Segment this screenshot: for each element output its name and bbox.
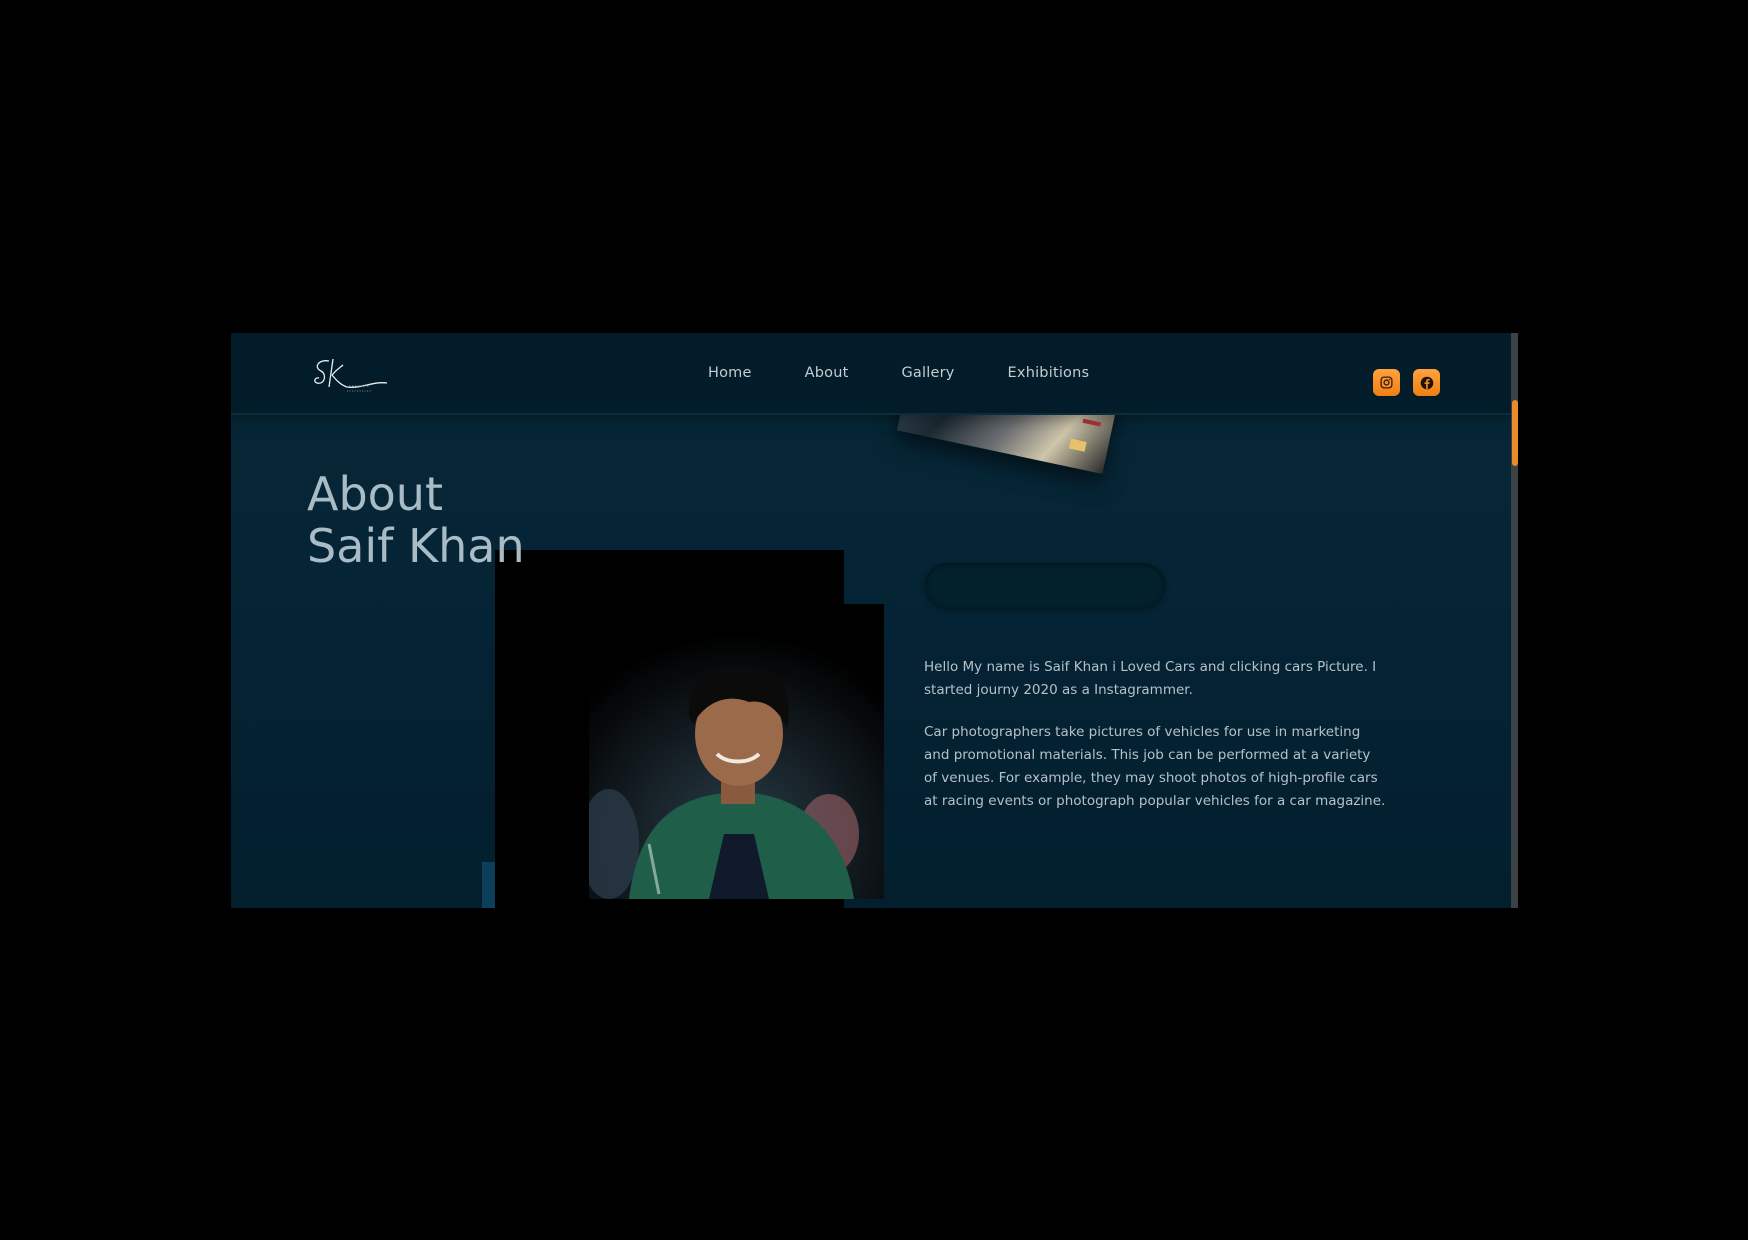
portrait-photo: [589, 604, 884, 899]
title-line-2: Saif Khan: [307, 519, 525, 573]
decorative-accent-bar: [482, 862, 495, 908]
bio-section: Hello My name is Saif Khan i Loved Cars …: [924, 656, 1386, 832]
instagram-button[interactable]: [1373, 369, 1400, 396]
car-license-plate: [1068, 438, 1087, 452]
facebook-icon: [1420, 376, 1433, 389]
car-taillight: [1082, 418, 1102, 427]
portrait-image: [589, 604, 884, 899]
nav-exhibitions-link[interactable]: Exhibitions: [1008, 365, 1090, 381]
navbar: Home About Gallery Exhibitions: [231, 333, 1511, 415]
title-line-1: About: [307, 467, 444, 521]
page-title: About Saif Khan: [307, 468, 525, 572]
scrollbar[interactable]: [1511, 333, 1518, 908]
facebook-button[interactable]: [1413, 369, 1440, 396]
signature-logo-icon: [314, 358, 388, 392]
bio-paragraph-1: Hello My name is Saif Khan i Loved Cars …: [924, 659, 1377, 698]
site-logo[interactable]: [311, 355, 391, 397]
nav-home-link[interactable]: Home: [708, 365, 752, 381]
nav-gallery-link[interactable]: Gallery: [902, 365, 955, 381]
bio-paragraph-2: Car photographers take pictures of vehic…: [924, 724, 1386, 809]
browser-viewport: Home About Gallery Exhibitions About Sai…: [231, 333, 1518, 908]
nav-about-link[interactable]: About: [805, 365, 849, 381]
decorative-pill: [925, 563, 1165, 608]
scrollbar-thumb[interactable]: [1512, 400, 1518, 466]
instagram-icon: [1380, 376, 1393, 389]
social-links: [1373, 369, 1453, 396]
main-navigation: Home About Gallery Exhibitions: [708, 333, 1142, 413]
